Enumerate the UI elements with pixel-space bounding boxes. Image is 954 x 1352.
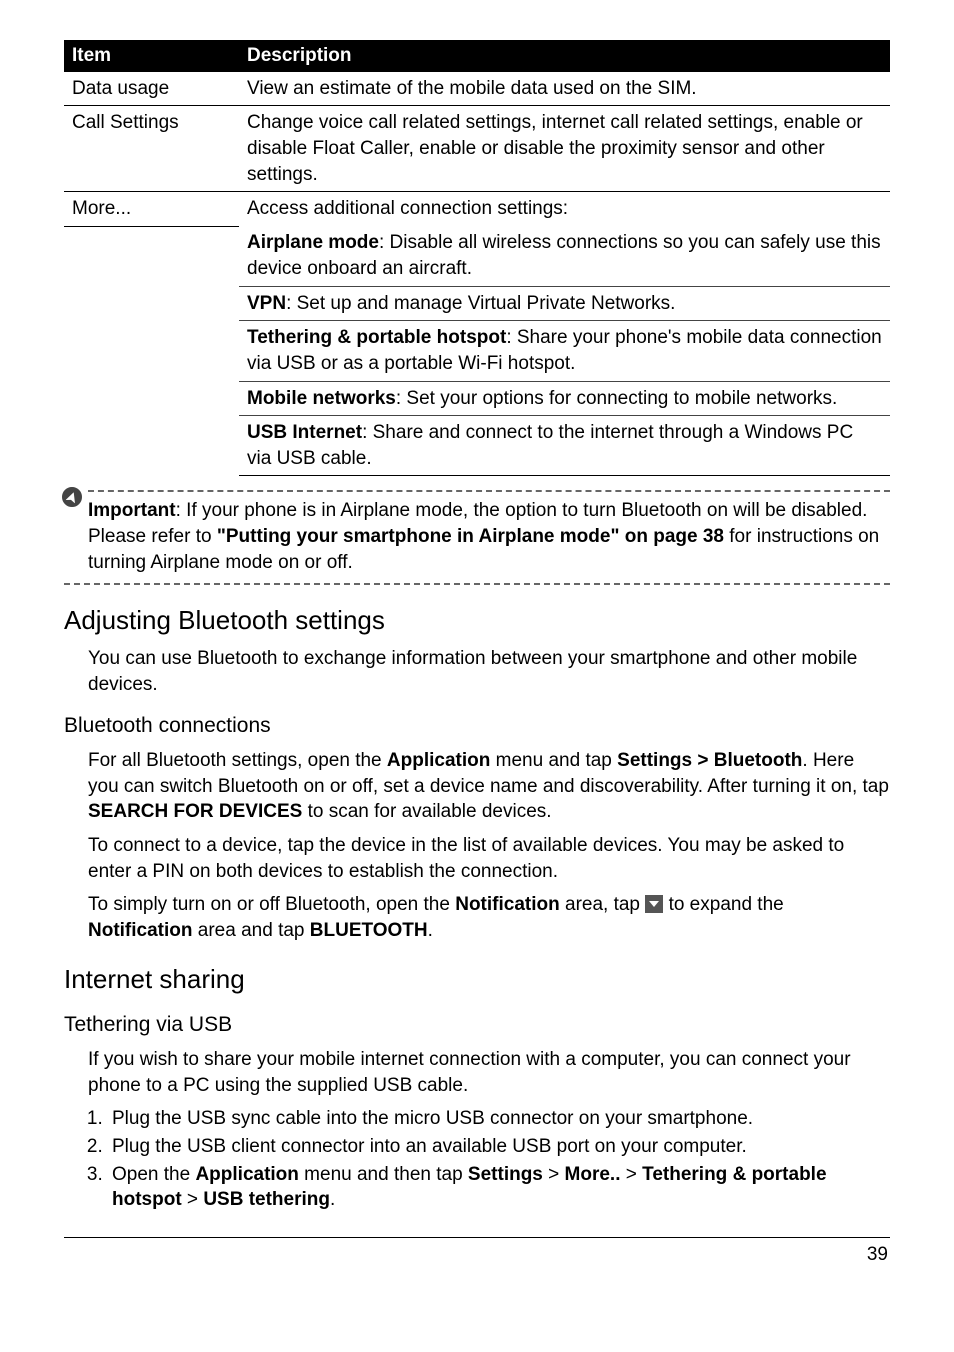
steps-list: Plug the USB sync cable into the micro U…	[108, 1106, 890, 1213]
settings-table: Item Description Data usage View an esti…	[64, 40, 890, 476]
subheading-bluetooth-connections: Bluetooth connections	[64, 712, 890, 740]
paragraph: You can use Bluetooth to exchange inform…	[88, 646, 890, 697]
desc-cell: View an estimate of the mobile data used…	[239, 72, 890, 106]
subheading-tethering-usb: Tethering via USB	[64, 1011, 890, 1039]
list-item: Plug the USB client connector into an av…	[108, 1134, 890, 1160]
label: USB Internet	[247, 422, 362, 443]
label: Tethering & portable hotspot	[247, 327, 506, 348]
item-cell: Call Settings	[64, 106, 239, 192]
footer-rule	[64, 1237, 890, 1238]
table-header-description: Description	[239, 40, 890, 72]
heading-bluetooth: Adjusting Bluetooth settings	[64, 603, 890, 638]
paragraph: For all Bluetooth settings, open the App…	[88, 748, 890, 825]
chevron-down-icon	[645, 895, 663, 913]
list-item: Plug the USB sync cable into the micro U…	[108, 1106, 890, 1132]
paragraph: If you wish to share your mobile interne…	[88, 1047, 890, 1098]
desc-airplane-mode: Airplane mode: Disable all wireless conn…	[239, 226, 890, 286]
table-row: Call Settings Change voice call related …	[64, 106, 890, 192]
desc-mobile-networks: Mobile networks: Set your options for co…	[239, 382, 890, 417]
label: Mobile networks	[247, 388, 396, 409]
paragraph: To connect to a device, tap the device i…	[88, 833, 890, 884]
callout-reference: "Putting your smartphone in Airplane mod…	[217, 526, 724, 547]
item-cell: Data usage	[64, 72, 239, 106]
table-header-item: Item	[64, 40, 239, 72]
item-cell: More...	[64, 192, 239, 227]
important-callout: Important: If your phone is in Airplane …	[64, 490, 890, 585]
label: VPN	[247, 293, 286, 314]
desc-cell: Change voice call related settings, inte…	[239, 106, 890, 192]
label: Airplane mode	[247, 232, 379, 253]
desc-cell: Access additional connection settings:	[239, 192, 890, 227]
table-row: Data usage View an estimate of the mobil…	[64, 72, 890, 106]
important-label: Important	[88, 500, 176, 521]
desc-usb-internet: USB Internet: Share and connect to the i…	[239, 416, 890, 476]
desc-tethering: Tethering & portable hotspot: Share your…	[239, 321, 890, 381]
heading-internet-sharing: Internet sharing	[64, 962, 890, 997]
paragraph: To simply turn on or off Bluetooth, open…	[88, 892, 890, 943]
table-row: Airplane mode: Disable all wireless conn…	[64, 226, 890, 476]
list-item: Open the Application menu and then tap S…	[108, 1162, 890, 1213]
desc-vpn: VPN: Set up and manage Virtual Private N…	[239, 287, 890, 322]
page-number: 39	[64, 1242, 890, 1268]
table-row: More... Access additional connection set…	[64, 192, 890, 227]
text: : Set up and manage Virtual Private Netw…	[286, 293, 675, 314]
text: : Set your options for connecting to mob…	[396, 388, 837, 409]
